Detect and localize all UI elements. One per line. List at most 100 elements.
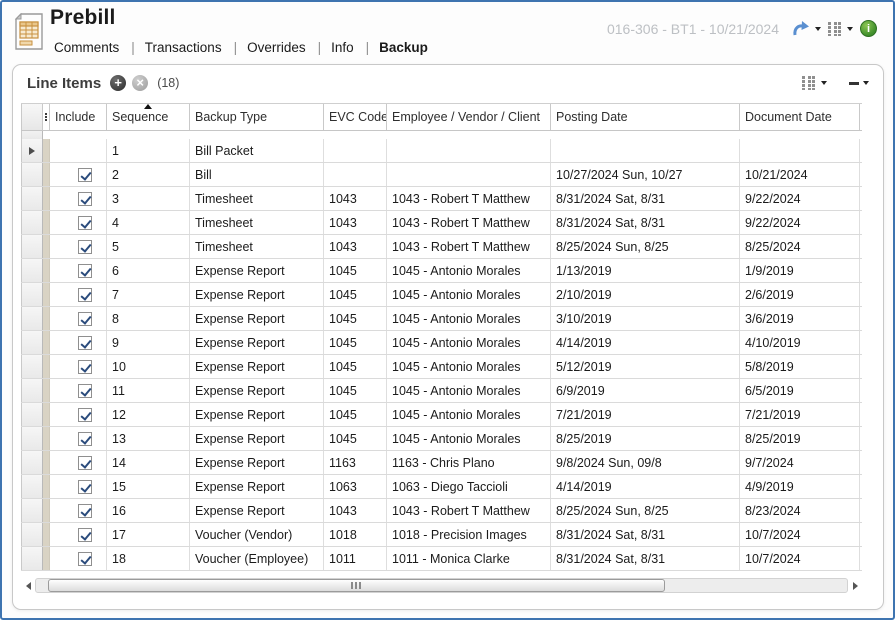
cell-document-date[interactable]: 9/22/2024 (740, 211, 860, 234)
cell-document-date[interactable]: 10/7/2024 (740, 523, 860, 546)
cell-evc-code[interactable]: 1043 (324, 235, 387, 258)
column-header-employee[interactable]: Employee / Vendor / Client (387, 104, 551, 130)
row-selector[interactable] (21, 259, 43, 282)
cell-sequence[interactable]: 2 (107, 163, 190, 186)
cell-evc-code[interactable] (324, 139, 387, 162)
cell-backup-type[interactable]: Expense Report (190, 475, 324, 498)
cell-document-date[interactable] (740, 139, 860, 162)
include-checkbox[interactable] (78, 552, 92, 566)
cell-employee[interactable] (387, 139, 551, 162)
cell-employee[interactable]: 1045 - Antonio Morales (387, 355, 551, 378)
include-checkbox[interactable] (78, 456, 92, 470)
cell-backup-type[interactable]: Expense Report (190, 283, 324, 306)
cell-backup-type[interactable]: Expense Report (190, 331, 324, 354)
column-header-include[interactable]: Include (50, 104, 107, 130)
cell-evc-code[interactable]: 1045 (324, 403, 387, 426)
cell-employee[interactable]: 1045 - Antonio Morales (387, 403, 551, 426)
cell-evc-code[interactable]: 1043 (324, 211, 387, 234)
cell-sequence[interactable]: 3 (107, 187, 190, 210)
cell-sequence[interactable]: 1 (107, 139, 190, 162)
cell-sequence[interactable]: 18 (107, 547, 190, 570)
cell-posting-date[interactable] (551, 139, 740, 162)
cell-document-date[interactable]: 6/5/2019 (740, 379, 860, 402)
cell-document-date[interactable]: 7/21/2019 (740, 403, 860, 426)
table-row[interactable]: 6Expense Report10451045 - Antonio Morale… (21, 259, 862, 283)
cell-document-date[interactable]: 9/7/2024 (740, 451, 860, 474)
cell-backup-type[interactable]: Expense Report (190, 451, 324, 474)
cell-backup-type[interactable]: Expense Report (190, 403, 324, 426)
remove-line-item-button[interactable]: × (132, 75, 148, 91)
cell-employee[interactable]: 1043 - Robert T Matthew (387, 235, 551, 258)
cell-backup-type[interactable]: Expense Report (190, 379, 324, 402)
table-row[interactable]: 5Timesheet10431043 - Robert T Matthew8/2… (21, 235, 862, 259)
cell-evc-code[interactable]: 1045 (324, 331, 387, 354)
row-selector[interactable] (21, 427, 43, 450)
table-row[interactable]: 2Bill10/27/2024 Sun, 10/2710/21/2024 (21, 163, 862, 187)
cell-backup-type[interactable]: Timesheet (190, 235, 324, 258)
cell-evc-code[interactable]: 1043 (324, 187, 387, 210)
cell-evc-code[interactable]: 1045 (324, 379, 387, 402)
cell-backup-type[interactable]: Expense Report (190, 355, 324, 378)
cell-posting-date[interactable]: 10/27/2024 Sun, 10/27 (551, 163, 740, 186)
cell-document-date[interactable]: 10/21/2024 (740, 163, 860, 186)
cell-evc-code[interactable] (324, 163, 387, 186)
table-row[interactable]: 12Expense Report10451045 - Antonio Moral… (21, 403, 862, 427)
cell-sequence[interactable]: 16 (107, 499, 190, 522)
scroll-left-button[interactable] (21, 577, 35, 594)
table-row[interactable]: 11Expense Report10451045 - Antonio Moral… (21, 379, 862, 403)
column-chooser-button[interactable] (802, 76, 827, 90)
cell-evc-code[interactable]: 1045 (324, 259, 387, 282)
include-checkbox[interactable] (78, 288, 92, 302)
table-row[interactable]: 8Expense Report10451045 - Antonio Morale… (21, 307, 862, 331)
cell-sequence[interactable]: 5 (107, 235, 190, 258)
include-checkbox[interactable] (78, 312, 92, 326)
tab-backup[interactable]: Backup (377, 40, 430, 55)
include-checkbox[interactable] (78, 360, 92, 374)
include-checkbox[interactable] (78, 336, 92, 350)
add-line-item-button[interactable]: + (110, 75, 126, 91)
cell-document-date[interactable]: 9/22/2024 (740, 187, 860, 210)
tab-comments[interactable]: Comments (52, 40, 121, 55)
row-selector[interactable] (21, 475, 43, 498)
row-selector[interactable] (21, 499, 43, 522)
cell-employee[interactable]: 1045 - Antonio Morales (387, 379, 551, 402)
table-row[interactable]: 4Timesheet10431043 - Robert T Matthew8/3… (21, 211, 862, 235)
cell-posting-date[interactable]: 4/14/2019 (551, 475, 740, 498)
include-checkbox[interactable] (78, 264, 92, 278)
cell-document-date[interactable]: 5/8/2019 (740, 355, 860, 378)
cell-employee[interactable]: 1045 - Antonio Morales (387, 427, 551, 450)
table-row[interactable]: 10Expense Report10451045 - Antonio Moral… (21, 355, 862, 379)
row-selector[interactable] (21, 211, 43, 234)
cell-document-date[interactable]: 1/9/2019 (740, 259, 860, 282)
cell-evc-code[interactable]: 1045 (324, 355, 387, 378)
row-selector[interactable] (21, 235, 43, 258)
cell-employee[interactable]: 1045 - Antonio Morales (387, 259, 551, 282)
table-row[interactable]: 15Expense Report10631063 - Diego Tacciol… (21, 475, 862, 499)
cell-employee[interactable]: 1045 - Antonio Morales (387, 283, 551, 306)
cell-backup-type[interactable]: Expense Report (190, 259, 324, 282)
row-selector[interactable] (21, 523, 43, 546)
cell-sequence[interactable]: 14 (107, 451, 190, 474)
cell-backup-type[interactable]: Timesheet (190, 211, 324, 234)
table-row[interactable]: 1Bill Packet (21, 139, 862, 163)
include-checkbox[interactable] (78, 504, 92, 518)
table-row[interactable]: 14Expense Report11631163 - Chris Plano9/… (21, 451, 862, 475)
tab-overrides[interactable]: Overrides (245, 40, 308, 55)
cell-posting-date[interactable]: 7/21/2019 (551, 403, 740, 426)
row-selector[interactable] (21, 547, 43, 570)
cell-posting-date[interactable]: 2/10/2019 (551, 283, 740, 306)
cell-posting-date[interactable]: 8/31/2024 Sat, 8/31 (551, 187, 740, 210)
table-row[interactable]: 3Timesheet10431043 - Robert T Matthew8/3… (21, 187, 862, 211)
row-selector[interactable] (21, 451, 43, 474)
cell-document-date[interactable]: 4/9/2019 (740, 475, 860, 498)
scrollbar-track[interactable] (35, 578, 848, 593)
cell-posting-date[interactable]: 6/9/2019 (551, 379, 740, 402)
cell-employee[interactable]: 1043 - Robert T Matthew (387, 499, 551, 522)
cell-employee[interactable]: 1043 - Robert T Matthew (387, 211, 551, 234)
column-header-backup-type[interactable]: Backup Type (190, 104, 324, 130)
scroll-right-button[interactable] (848, 577, 862, 594)
cell-employee[interactable] (387, 163, 551, 186)
cell-evc-code[interactable]: 1063 (324, 475, 387, 498)
row-selector[interactable] (21, 307, 43, 330)
cell-posting-date[interactable]: 8/25/2024 Sun, 8/25 (551, 499, 740, 522)
